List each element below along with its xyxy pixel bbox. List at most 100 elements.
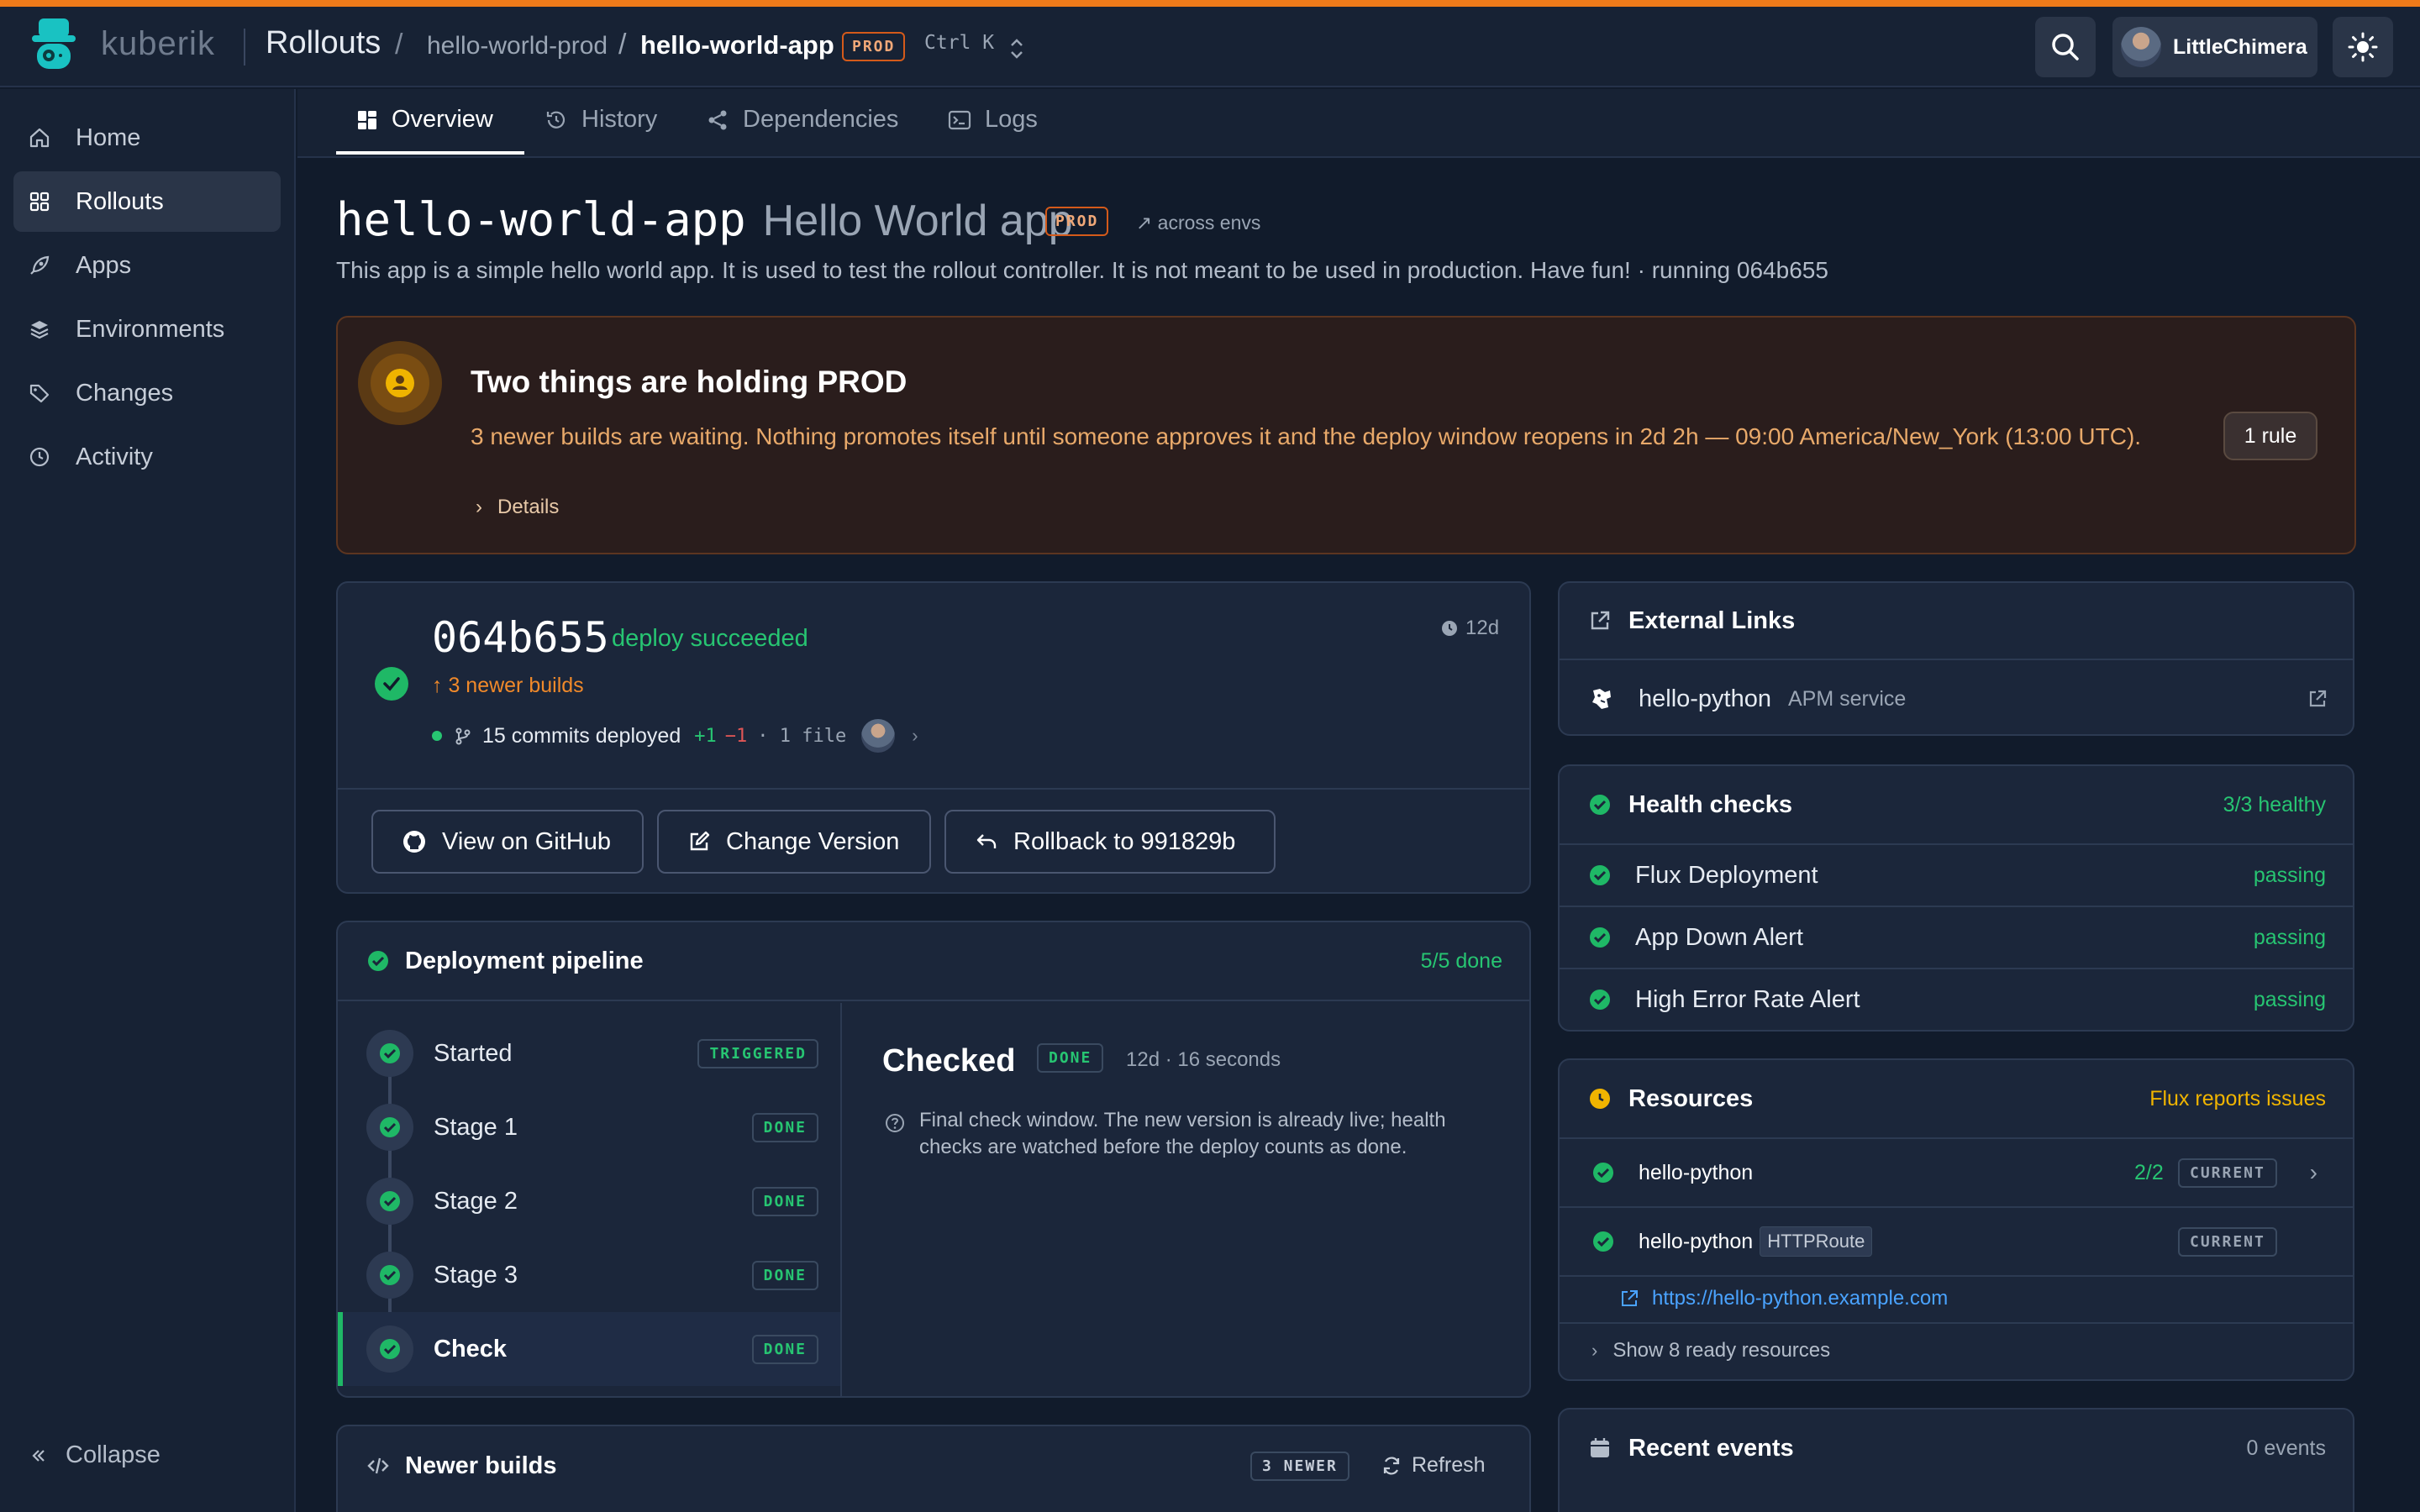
current-deploy-card: 064b655 deploy succeeded 12d ↑ 3 newer b… xyxy=(336,581,1531,894)
command-shortcut[interactable]: Ctrl K xyxy=(924,32,994,54)
change-version-button[interactable]: Change Version xyxy=(657,810,931,874)
apm-dog-icon xyxy=(1592,689,1611,709)
breadcrumb-app[interactable]: hello-world-app xyxy=(640,30,834,60)
chevron-right-icon[interactable]: › xyxy=(2310,1159,2317,1186)
external-link-item[interactable]: hello-python APM service xyxy=(1560,662,2353,736)
tab-history[interactable]: History xyxy=(544,106,657,134)
brand-divider xyxy=(244,29,245,66)
success-check-icon xyxy=(1590,927,1610,948)
health-check-name: App Down Alert xyxy=(1635,923,1803,951)
sidebar-item-rollouts[interactable]: Rollouts xyxy=(13,171,281,232)
refresh-button[interactable]: Refresh xyxy=(1381,1453,1486,1478)
kuberik-logo-icon[interactable] xyxy=(30,18,77,72)
layers-icon xyxy=(30,321,49,339)
env-badge: PROD xyxy=(842,32,906,61)
avatar xyxy=(861,719,896,753)
sidebar-item-environments[interactable]: Environments xyxy=(13,299,281,360)
deployed-sha[interactable]: 064b655 xyxy=(432,613,609,662)
newer-builds-card: Newer builds 3 NEWER Refresh xyxy=(336,1425,1531,1512)
theme-toggle-button[interactable] xyxy=(2333,17,2393,77)
stage-check-icon xyxy=(366,1252,413,1299)
resource-row[interactable]: hello-python 2/2 CURRENT › xyxy=(1560,1137,2353,1206)
across-envs-link[interactable]: ↗ across envs xyxy=(1136,212,1260,234)
sidebar-item-label: Apps xyxy=(76,251,132,279)
health-summary: 3/3 healthy xyxy=(2223,792,2326,816)
user-menu-button[interactable]: LittleChimera xyxy=(2112,17,2317,77)
breadcrumb-section[interactable]: Rollouts xyxy=(266,25,381,61)
stage-name: Started xyxy=(434,1039,513,1067)
show-ready-label: Show 8 ready resources xyxy=(1612,1339,1831,1362)
resource-url[interactable]: https://hello-python.example.com xyxy=(1652,1287,1948,1310)
tab-overview[interactable]: Overview xyxy=(356,106,493,134)
banner-text: 3 newer builds are waiting. Nothing prom… xyxy=(471,423,2142,449)
sidebar-item-label: Changes xyxy=(76,379,174,407)
pipeline-stage[interactable]: Stage 3 DONE xyxy=(338,1238,840,1312)
resource-status-tag: CURRENT xyxy=(2178,1226,2277,1257)
stage-detail-time: 12d · 16 seconds xyxy=(1126,1048,1281,1071)
stage-check-icon xyxy=(366,1178,413,1225)
chevron-updown-icon[interactable] xyxy=(1005,35,1028,62)
stage-check-icon xyxy=(366,1326,413,1373)
show-ready-resources-toggle[interactable]: › Show 8 ready resources xyxy=(1560,1322,2353,1378)
stage-detail-title: Checked xyxy=(882,1043,1016,1079)
rollback-button[interactable]: Rollback to 991829b xyxy=(944,810,1276,874)
resource-link-row[interactable]: https://hello-python.example.com xyxy=(1560,1275,2353,1320)
deploy-age: 12d xyxy=(1440,617,1499,640)
stage-tag: TRIGGERED xyxy=(697,1038,818,1068)
success-check-icon xyxy=(1593,1163,1613,1183)
pipeline-stage[interactable]: Stage 1 DONE xyxy=(338,1090,840,1164)
stage-tag: DONE xyxy=(751,1260,818,1290)
collapse-sidebar-button[interactable]: Collapse xyxy=(30,1441,160,1469)
health-check-row[interactable]: Flux Deployment passing xyxy=(1560,843,2353,906)
help-circle-icon xyxy=(886,1114,904,1132)
health-check-status: passing xyxy=(2253,925,2326,949)
breadcrumb-environment[interactable]: hello-world-prod xyxy=(427,32,608,60)
app-slug: hello-world-app xyxy=(336,193,746,246)
health-check-row[interactable]: App Down Alert passing xyxy=(1560,906,2353,968)
stage-name: Stage 2 xyxy=(434,1187,518,1215)
health-check-row[interactable]: High Error Rate Alert passing xyxy=(1560,968,2353,1030)
breadcrumb-separator: / xyxy=(618,29,627,60)
external-link-icon xyxy=(1591,611,1610,630)
external-link-name: hello-python xyxy=(1639,685,1771,712)
health-check-status: passing xyxy=(2253,987,2326,1011)
chevron-right-icon: › xyxy=(1591,1340,1598,1361)
resource-status-tag: CURRENT xyxy=(2178,1158,2277,1188)
warning-clock-icon xyxy=(1590,1089,1610,1109)
health-check-name: Flux Deployment xyxy=(1635,861,1818,889)
resource-row[interactable]: hello-python HTTPRoute CURRENT xyxy=(1560,1206,2353,1275)
tab-logs[interactable]: Logs xyxy=(948,106,1038,134)
success-check-icon xyxy=(368,951,388,971)
stage-tag: DONE xyxy=(751,1334,818,1364)
view-on-github-button[interactable]: View on GitHub xyxy=(371,810,644,874)
sidebar-item-home[interactable]: Home xyxy=(13,108,281,168)
pipeline-stage-active[interactable]: Check DONE xyxy=(338,1312,840,1386)
env-badge: PROD xyxy=(1045,207,1109,236)
sidebar-item-activity[interactable]: Activity xyxy=(13,427,281,487)
sidebar-item-apps[interactable]: Apps xyxy=(13,235,281,296)
history-icon xyxy=(546,111,566,129)
tab-label: Overview xyxy=(392,106,493,133)
external-link-type: APM service xyxy=(1788,686,1907,711)
stage-detail-tag: DONE xyxy=(1037,1043,1104,1073)
rule-button[interactable]: 1 rule xyxy=(2223,412,2317,460)
brand-name[interactable]: kuberik xyxy=(101,25,215,63)
sidebar-item-label: Rollouts xyxy=(76,187,164,215)
pipeline-stage[interactable]: Started TRIGGERED xyxy=(338,1016,840,1090)
success-check-icon xyxy=(1590,865,1610,885)
search-button[interactable] xyxy=(2035,17,2096,77)
refresh-label: Refresh xyxy=(1412,1453,1486,1477)
pipeline-stage-list: Started TRIGGERED Stage 1 DONE Stage 2 D… xyxy=(338,1003,842,1398)
tab-dependencies[interactable]: Dependencies xyxy=(706,106,898,134)
github-icon xyxy=(403,831,425,853)
details-toggle[interactable]: › Details xyxy=(476,496,559,519)
pipeline-stage[interactable]: Stage 2 DONE xyxy=(338,1164,840,1238)
sidebar-item-changes[interactable]: Changes xyxy=(13,363,281,423)
external-link-icon[interactable] xyxy=(2307,689,2328,709)
sidebar-item-label: Environments xyxy=(76,315,225,343)
app-display-name: Hello World app xyxy=(762,197,1073,245)
commits-summary[interactable]: 15 commits deployed +1 −1 · 1 file › xyxy=(432,719,918,753)
share-icon xyxy=(708,110,727,129)
success-check-icon xyxy=(1590,795,1610,815)
newer-builds-link[interactable]: ↑ 3 newer builds xyxy=(432,674,584,698)
